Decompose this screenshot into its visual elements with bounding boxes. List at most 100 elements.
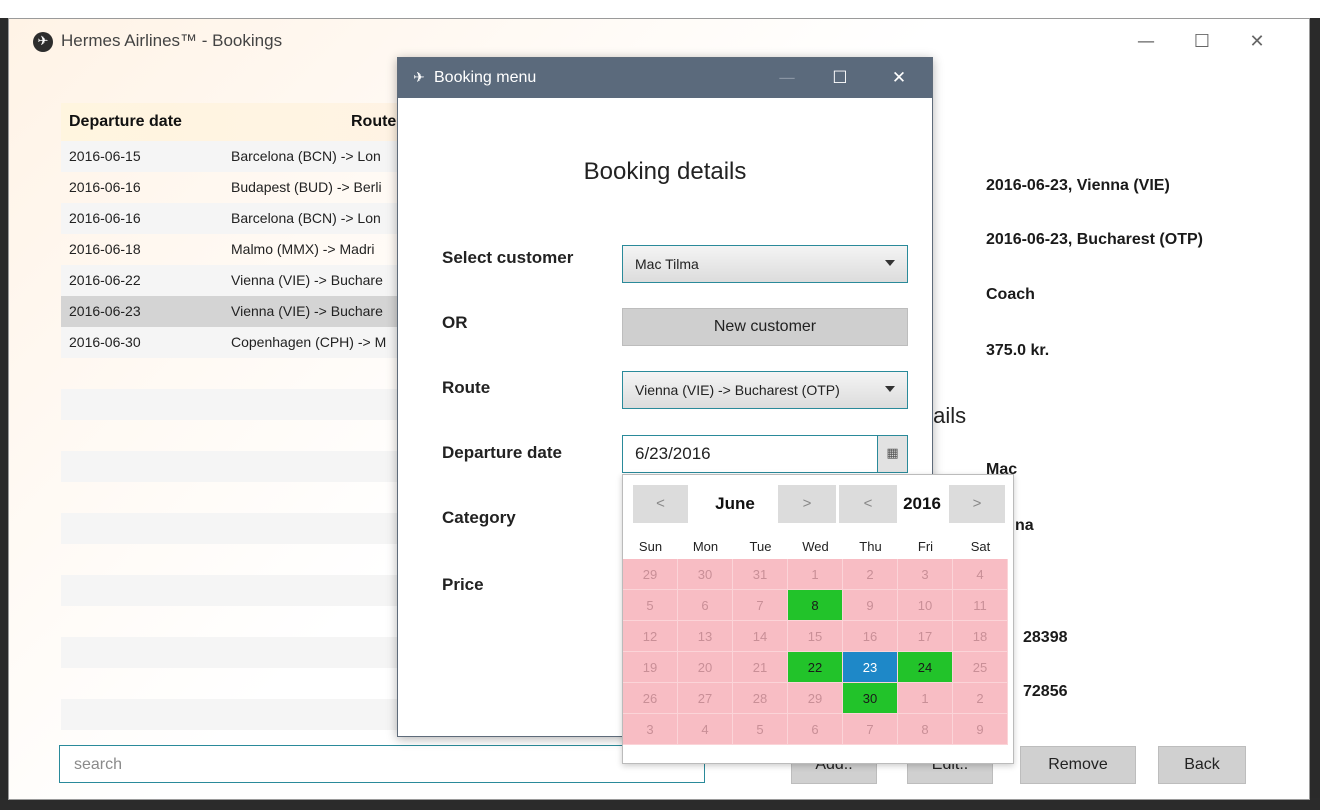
cell-date: 2016-06-22 [69,272,141,288]
calendar-day[interactable]: 21 [733,652,788,683]
cell-route: Vienna (VIE) -> Buchare [231,303,383,319]
detail-last-name: na [1015,517,1034,534]
calendar-day[interactable]: 16 [843,621,898,652]
table-row-selected[interactable]: 2016-06-23 Vienna (VIE) -> Buchare [61,296,421,327]
departure-date-input[interactable]: 6/23/2016 [622,435,878,473]
calendar-day[interactable]: 18 [953,621,1008,652]
calendar-day[interactable]: 6 [788,714,843,745]
calendar-day[interactable]: 23 [843,652,898,683]
calendar-day[interactable]: 29 [623,559,678,590]
calendar-day[interactable]: 25 [953,652,1008,683]
month-label[interactable]: June [701,485,769,523]
calendar-day[interactable]: 2 [953,683,1008,714]
next-year-button[interactable]: > [949,485,1005,523]
calendar-day[interactable]: 30 [678,559,733,590]
cell-route: Malmo (MMX) -> Madri [231,241,375,257]
desktop-edge-right [1310,18,1320,810]
dialog-close-button[interactable]: ✕ [884,64,914,92]
minimize-button[interactable]: — [1129,29,1163,55]
calendar-day[interactable]: 19 [623,652,678,683]
calendar-day[interactable]: 28 [733,683,788,714]
route-select[interactable]: Vienna (VIE) -> Bucharest (OTP) [622,371,908,409]
calendar-day[interactable]: 24 [898,652,953,683]
desktop-edge-left [0,18,8,810]
dialog-titlebar: ✈ Booking menu — ☐ ✕ [398,58,932,98]
table-row[interactable]: 2016-06-18 Malmo (MMX) -> Madri [61,234,421,265]
dialog-minimize-button[interactable]: — [772,64,802,92]
calendar-day[interactable]: 4 [678,714,733,745]
table-row[interactable]: 2016-06-16 Budapest (BUD) -> Berli [61,172,421,203]
cell-date: 2016-06-16 [69,210,141,226]
remove-button[interactable]: Remove [1020,746,1136,784]
calendar-day[interactable]: 27 [678,683,733,714]
calendar-day[interactable]: 5 [623,590,678,621]
customer-select[interactable]: Mac Tilma [622,245,908,283]
new-customer-button[interactable]: New customer [622,308,908,346]
airplane-icon: ✈ [413,70,425,86]
dialog-maximize-button[interactable]: ☐ [825,64,855,92]
calendar-day[interactable]: 26 [623,683,678,714]
calendar-day[interactable]: 7 [733,590,788,621]
airplane-icon: ✈ [33,32,53,52]
calendar-day[interactable]: 9 [953,714,1008,745]
calendar-day[interactable]: 10 [898,590,953,621]
table-row[interactable]: 2016-06-15 Barcelona (BCN) -> Lon [61,141,421,172]
label-route: Route [442,378,491,397]
calendar-day[interactable]: 2 [843,559,898,590]
close-button[interactable]: ✕ [1240,29,1274,55]
calendar-day[interactable]: 8 [788,590,843,621]
calendar-day[interactable]: 7 [843,714,898,745]
weekday-sat: Sat [970,539,991,554]
weekday-wed: Wed [802,539,829,554]
calendar-day[interactable]: 13 [678,621,733,652]
route-select-value: Vienna (VIE) -> Bucharest (OTP) [635,382,840,398]
detail-arrival: 2016-06-23, Bucharest (OTP) [986,231,1203,248]
dialog-heading: Booking details [583,158,747,185]
cell-route: Budapest (BUD) -> Berli [231,179,382,195]
calendar-day[interactable]: 17 [898,621,953,652]
maximize-button[interactable]: ☐ [1185,29,1219,55]
table-row[interactable]: 2016-06-22 Vienna (VIE) -> Buchare [61,265,421,296]
chevron-down-icon [885,386,895,392]
cell-route: Vienna (VIE) -> Buchare [231,272,383,288]
calendar-day[interactable]: 1 [898,683,953,714]
calendar-day[interactable]: 29 [788,683,843,714]
empty-row [61,513,421,544]
year-label[interactable]: 2016 [897,485,947,523]
calendar-day[interactable]: 3 [898,559,953,590]
table-row[interactable]: 2016-06-30 Copenhagen (CPH) -> M [61,327,421,358]
dialog-title: Booking menu [434,69,537,86]
cell-route: Barcelona (BCN) -> Lon [231,148,381,164]
calendar-day[interactable]: 6 [678,590,733,621]
weekday-tue: Tue [749,539,772,554]
desktop-top [0,0,1320,18]
prev-month-button[interactable]: < [633,485,688,523]
prev-year-button[interactable]: < [839,485,897,523]
empty-row [61,544,421,575]
calendar-day[interactable]: 31 [733,559,788,590]
calendar-day[interactable]: 9 [843,590,898,621]
calendar-day[interactable]: 1 [788,559,843,590]
calendar-day[interactable]: 14 [733,621,788,652]
search-input[interactable]: search [59,745,705,783]
calendar-day[interactable]: 20 [678,652,733,683]
calendar-day[interactable]: 8 [898,714,953,745]
calendar-day[interactable]: 30 [843,683,898,714]
calendar-day[interactable]: 15 [788,621,843,652]
calendar-day[interactable]: 12 [623,621,678,652]
column-header-departure-date[interactable]: Departure date [69,113,182,131]
calendar-day[interactable]: 11 [953,590,1008,621]
column-header-route[interactable]: Route [351,113,396,131]
calendar-icon[interactable]: ▦ [877,435,908,473]
calendar-day[interactable]: 3 [623,714,678,745]
empty-row [61,637,421,668]
back-button[interactable]: Back [1158,746,1246,784]
next-month-button[interactable]: > [778,485,836,523]
label-category: Category [442,508,516,527]
weekday-fri: Fri [917,539,934,554]
calendar-day[interactable]: 5 [733,714,788,745]
calendar-day[interactable]: 22 [788,652,843,683]
table-row[interactable]: 2016-06-16 Barcelona (BCN) -> Lon [61,203,421,234]
calendar-day[interactable]: 4 [953,559,1008,590]
window-title: Hermes Airlines™ - Bookings [61,31,283,50]
